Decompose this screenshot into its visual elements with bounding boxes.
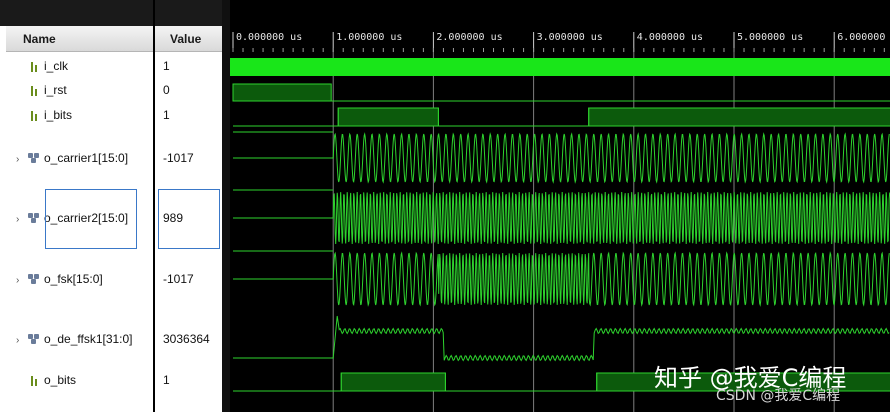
value-column-header[interactable]: Value bbox=[155, 26, 222, 52]
signal-value: 1 bbox=[163, 373, 170, 387]
name-column-header[interactable]: Name bbox=[6, 26, 153, 52]
signal-value: -1017 bbox=[163, 272, 194, 286]
bus-icon bbox=[28, 153, 40, 163]
i-bits-high bbox=[588, 107, 890, 127]
expand-chevron-icon[interactable]: › bbox=[16, 151, 28, 169]
ruler-tick-label: 1.000000 us bbox=[336, 32, 402, 43]
i-rst-high bbox=[232, 83, 332, 102]
bit-icon bbox=[30, 109, 40, 121]
waveform-viewer[interactable]: 0.000000 us 1.000000 us 2.000000 us 3.00000… bbox=[230, 0, 890, 412]
o-bits-high bbox=[340, 372, 446, 392]
ruler-tick-label: 2.000000 us bbox=[436, 32, 502, 43]
signal-name-label: o_bits bbox=[44, 373, 77, 387]
signal-name-label: o_de_ffsk1[31:0] bbox=[44, 332, 133, 346]
column-divider[interactable] bbox=[153, 0, 155, 412]
signal-name-label: o_fsk[15:0] bbox=[44, 272, 103, 286]
ruler-tick-label: 6.000000 bbox=[837, 32, 885, 43]
signal-value: -1017 bbox=[163, 151, 194, 165]
signal-name-i-clk[interactable]: i_clk bbox=[30, 57, 68, 75]
signal-name-label: o_carrier1[15:0] bbox=[44, 151, 129, 165]
signal-name-o-fsk[interactable]: › o_fsk[15:0] bbox=[16, 270, 103, 288]
expand-chevron-icon[interactable]: › bbox=[16, 272, 28, 290]
signal-name-o-de-ffsk1[interactable]: › o_de_ffsk1[31:0] bbox=[16, 330, 133, 348]
selected-name-box bbox=[45, 189, 137, 249]
panel-title-bar bbox=[0, 0, 226, 26]
expand-chevron-icon[interactable]: › bbox=[16, 211, 28, 229]
o-fsk-wave bbox=[233, 251, 890, 307]
signal-name-i-rst[interactable]: i_rst bbox=[30, 81, 67, 99]
expand-chevron-icon[interactable]: › bbox=[16, 332, 28, 350]
ruler-tick-label: 5.000000 us bbox=[737, 32, 803, 43]
o-carrier2-wave bbox=[233, 191, 890, 245]
signal-name-o-carrier1[interactable]: › o_carrier1[15:0] bbox=[16, 149, 128, 167]
o-de-ffsk1-wave bbox=[233, 315, 890, 362]
bus-icon bbox=[28, 213, 40, 223]
bus-icon bbox=[28, 274, 40, 284]
bit-icon bbox=[30, 60, 40, 72]
i-clk-wave bbox=[230, 58, 890, 76]
signal-value: 1 bbox=[163, 108, 170, 122]
o-carrier1-wave bbox=[233, 132, 890, 184]
watermark-subtext: CSDN @我爱C编程 bbox=[716, 388, 841, 404]
signal-name-i-bits[interactable]: i_bits bbox=[30, 106, 72, 124]
selected-value-box bbox=[158, 189, 220, 249]
signal-value: 3036364 bbox=[163, 332, 210, 346]
signal-name-o-bits[interactable]: o_bits bbox=[30, 371, 76, 389]
bit-icon bbox=[30, 84, 40, 96]
waveform-divider[interactable] bbox=[222, 0, 230, 412]
signal-value: 1 bbox=[163, 59, 170, 73]
ruler-tick-label: 3.000000 us bbox=[537, 32, 603, 43]
signal-name-label: i_rst bbox=[44, 83, 67, 97]
signal-name-label: i_bits bbox=[44, 108, 73, 122]
ruler-tick-label: 4.000000 us bbox=[637, 32, 703, 43]
signal-value: 0 bbox=[163, 83, 170, 97]
i-bits-high bbox=[337, 107, 439, 127]
bit-icon bbox=[30, 374, 40, 386]
bus-icon bbox=[28, 334, 40, 344]
ruler-tick-label: 0.000000 us bbox=[236, 32, 302, 43]
signal-name-label: i_clk bbox=[44, 59, 69, 73]
